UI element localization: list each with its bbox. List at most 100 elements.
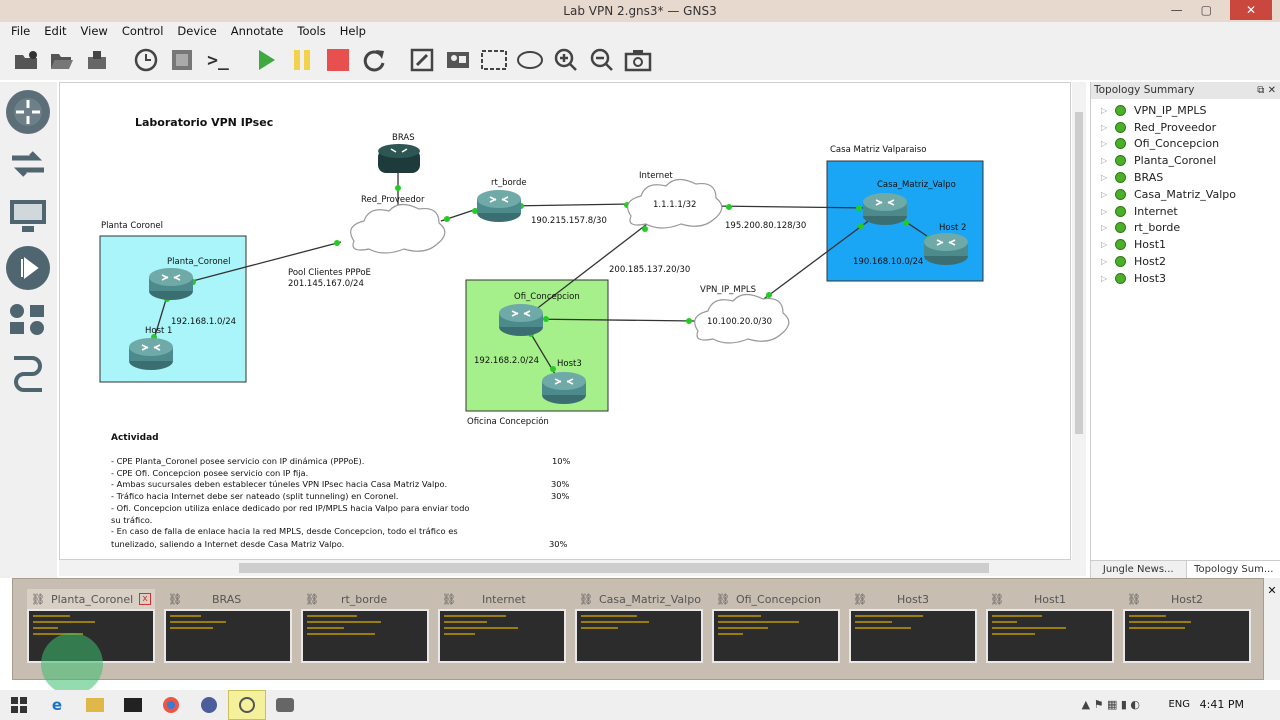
console-window[interactable]: ⛓ Internet [438,589,566,669]
expand-arrow-icon[interactable]: ▷ [1101,240,1115,249]
language-indicator[interactable]: ENG [1168,690,1190,720]
camera-icon[interactable] [622,44,654,76]
clock[interactable]: 4:41 PM [1200,690,1244,720]
ofi-concepcion-router[interactable] [498,303,544,337]
topology-canvas[interactable]: Laboratorio VPN IPsec Planta Coronel Ofi… [59,82,1071,560]
reload-icon[interactable] [358,44,390,76]
topology-item[interactable]: ▷ Ofi_Concepcion [1091,136,1280,153]
expand-arrow-icon[interactable]: ▷ [1101,156,1115,165]
app-icon[interactable] [190,690,228,720]
casa-matriz-router[interactable] [862,192,908,226]
routers-icon[interactable] [6,90,50,134]
ellipse-icon[interactable] [514,44,546,76]
switches-icon[interactable] [6,142,50,186]
menu-file[interactable]: File [4,22,37,40]
menu-edit[interactable]: Edit [37,22,73,40]
menu-annotate[interactable]: Annotate [224,22,291,40]
expand-arrow-icon[interactable]: ▷ [1101,190,1115,199]
console-screen[interactable] [438,609,566,663]
link-rt-internet[interactable] [505,203,632,207]
topology-item[interactable]: ▷ Host1 [1091,236,1280,253]
ie-icon[interactable]: e [38,690,76,720]
start-icon[interactable] [250,44,282,76]
tab-topology-summary[interactable]: Topology Sum... [1185,561,1280,578]
expand-arrow-icon[interactable]: ▷ [1101,173,1115,182]
folder-open-icon[interactable] [46,44,78,76]
dock-controls[interactable]: ⧉ ✕ [1257,82,1276,99]
planta-coronel-router[interactable] [148,267,194,301]
console-window[interactable]: ⛓ Ofi_Concepcion [712,589,840,669]
expand-arrow-icon[interactable]: ▷ [1101,139,1115,148]
horizontal-scrollbar[interactable] [59,560,1086,576]
red-proveedor-cloud[interactable] [350,203,446,254]
pause-icon[interactable] [286,44,318,76]
topology-item[interactable]: ▷ Internet [1091,203,1280,220]
close-icon[interactable]: ✕ [1264,584,1280,597]
host1-router[interactable] [128,337,174,371]
chrome-icon[interactable] [152,690,190,720]
security-icon[interactable] [6,246,50,290]
tray-icons[interactable]: ▲ ⚑ ▦ ▮ ◐ [1082,698,1140,711]
console-window[interactable]: ⛓ Casa_Matriz_Valpo [575,589,703,669]
console-window[interactable]: ⛓ rt_borde [301,589,429,669]
minimize-icon[interactable]: — [1171,3,1183,17]
menu-control[interactable]: Control [115,22,171,40]
end-devices-icon[interactable] [6,194,50,238]
tab-jungle-news[interactable]: Jungle News... [1091,561,1186,578]
snapshot-icon[interactable] [166,44,198,76]
close-icon[interactable]: x [139,593,151,605]
note-icon[interactable] [406,44,438,76]
vertical-scrollbar[interactable] [1072,82,1086,560]
menu-device[interactable]: Device [170,22,223,40]
topology-item[interactable]: ▷ rt_borde [1091,220,1280,237]
zoom-out-icon[interactable] [586,44,618,76]
host2-router[interactable] [923,232,969,266]
expand-arrow-icon[interactable]: ▷ [1101,257,1115,266]
topology-item[interactable]: ▷ BRAS [1091,169,1280,186]
stop-icon[interactable] [322,44,354,76]
console-window[interactable]: ⛓ BRAS [164,589,292,669]
maximize-icon[interactable]: ▢ [1201,3,1212,17]
all-devices-icon[interactable] [6,298,50,342]
console-screen[interactable] [986,609,1114,663]
chat-icon[interactable] [266,690,304,720]
gns3-task-icon[interactable] [228,690,266,720]
topology-item[interactable]: ▷ Host3 [1091,270,1280,287]
console-window[interactable]: ⛓ Host1 [986,589,1114,669]
expand-arrow-icon[interactable]: ▷ [1101,274,1115,283]
rectangle-icon[interactable] [478,44,510,76]
activity-note[interactable]: Actividad - CPE Planta_Coronel posee ser… [111,433,571,549]
console-window[interactable]: ⛓ Host3 [849,589,977,669]
console-screen[interactable] [1123,609,1251,663]
topology-item[interactable]: ▷ Red_Proveedor [1091,119,1280,136]
picture-icon[interactable] [442,44,474,76]
console-screen[interactable] [575,609,703,663]
expand-arrow-icon[interactable]: ▷ [1101,106,1115,115]
host3-router[interactable] [541,371,587,405]
add-link-icon[interactable] [6,350,50,394]
clock-icon[interactable] [130,44,162,76]
topology-item[interactable]: ▷ Host2 [1091,253,1280,270]
folder-new-icon[interactable] [10,44,42,76]
topology-item[interactable]: ▷ Casa_Matriz_Valpo [1091,186,1280,203]
close-icon[interactable]: ✕ [1230,0,1272,20]
terminal-icon[interactable]: >_ [202,44,234,76]
expand-arrow-icon[interactable]: ▷ [1101,123,1115,132]
menu-help[interactable]: Help [333,22,373,40]
console-screen[interactable] [164,609,292,663]
topology-item[interactable]: ▷ Planta_Coronel [1091,152,1280,169]
bras-router[interactable] [378,144,420,173]
menu-tools[interactable]: Tools [290,22,332,40]
console-screen[interactable] [712,609,840,663]
windows-start-icon[interactable] [0,690,38,720]
rt-borde-router[interactable] [476,189,522,223]
console-window[interactable]: ⛓ Host2 [1123,589,1251,669]
console-screen[interactable] [849,609,977,663]
expand-arrow-icon[interactable]: ▷ [1101,223,1115,232]
cmd-icon[interactable] [114,690,152,720]
console-screen[interactable] [301,609,429,663]
topology-item[interactable]: ▷ VPN_IP_MPLS [1091,102,1280,119]
explorer-icon[interactable] [76,690,114,720]
expand-arrow-icon[interactable]: ▷ [1101,207,1115,216]
zoom-in-icon[interactable] [550,44,582,76]
